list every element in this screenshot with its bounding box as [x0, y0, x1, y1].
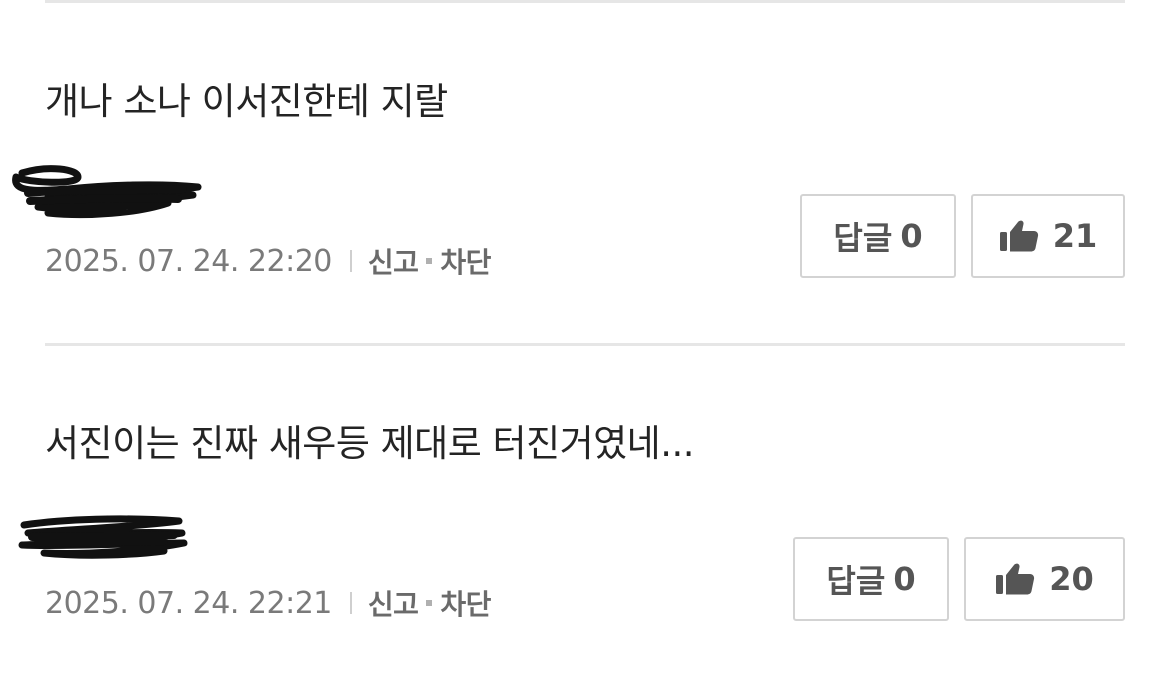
reply-label: 답글 — [826, 562, 886, 600]
meta-separator — [349, 592, 352, 614]
thumbs-up-icon — [999, 219, 1039, 253]
like-button[interactable]: 20 — [964, 537, 1125, 621]
reply-button[interactable]: 답글 0 — [800, 194, 956, 278]
meta-separator — [349, 250, 352, 272]
like-count: 21 — [1052, 217, 1098, 255]
thumbs-up-icon — [995, 562, 1035, 596]
comment-divider — [45, 343, 1125, 346]
comment-text: 개나 소나 이서진한테 지랄 — [45, 80, 448, 123]
comment-timestamp: 2025. 07. 24. 22:21 — [45, 585, 332, 621]
block-link[interactable]: 차단 — [440, 583, 491, 623]
reply-count: 0 — [900, 217, 923, 255]
redacted-username — [18, 515, 188, 559]
comment-text: 서진이는 진짜 새우등 제대로 터진거였네... — [45, 422, 695, 465]
redacted-username — [12, 165, 202, 219]
meta-dot — [426, 600, 433, 606]
like-count: 20 — [1049, 560, 1094, 598]
comment-meta: 2025. 07. 24. 22:20 신고 차단 — [45, 241, 491, 281]
comment-meta: 2025. 07. 24. 22:21 신고 차단 — [45, 583, 491, 623]
reply-count: 0 — [893, 560, 916, 598]
like-button[interactable]: 21 — [971, 194, 1125, 278]
meta-dot — [426, 258, 433, 264]
block-link[interactable]: 차단 — [440, 241, 491, 281]
reply-label: 답글 — [833, 219, 893, 257]
report-link[interactable]: 신고 — [368, 241, 419, 281]
reply-button[interactable]: 답글 0 — [793, 537, 949, 621]
comment-divider — [45, 0, 1125, 3]
report-link[interactable]: 신고 — [368, 583, 419, 623]
comment-timestamp: 2025. 07. 24. 22:20 — [45, 243, 332, 279]
